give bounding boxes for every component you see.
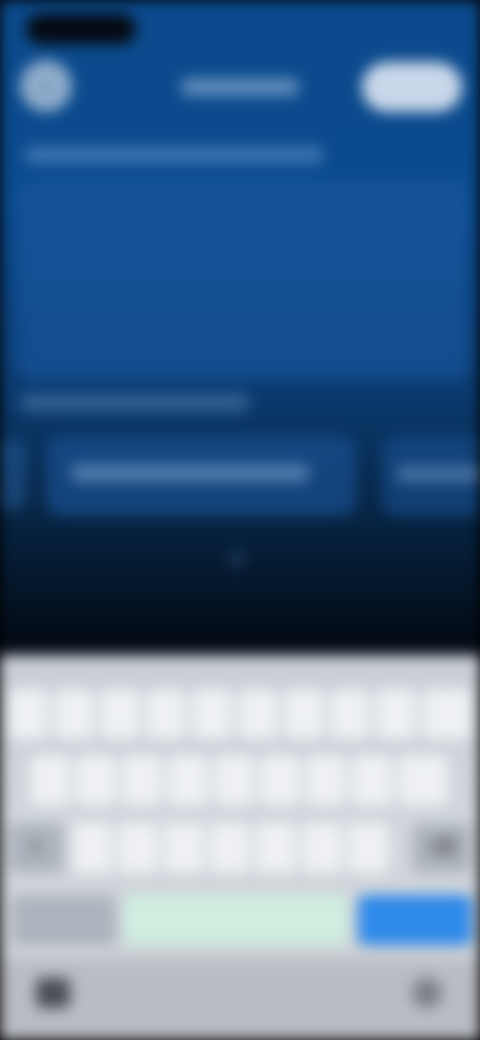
keyboard-switch-icon[interactable] [412,978,442,1008]
key[interactable] [306,755,346,805]
app-view: ‹ [0,0,480,660]
key[interactable] [100,689,140,739]
section-heading-secondary [20,394,250,412]
key[interactable] [422,689,472,739]
key[interactable] [118,823,158,873]
keyboard-row-3: ⇧ ⌫ [0,823,480,879]
key[interactable] [214,755,254,805]
key[interactable] [260,755,300,805]
back-button[interactable]: ‹ [20,60,72,112]
key[interactable] [168,755,208,805]
enter-key[interactable] [358,895,472,945]
chevron-left-icon: ‹ [41,70,51,101]
key[interactable] [376,689,416,739]
shift-icon: ⇧ [27,837,45,859]
key[interactable] [238,689,278,739]
key[interactable] [54,689,94,739]
symbols-key[interactable] [12,895,116,945]
key[interactable] [352,755,392,805]
key[interactable] [72,823,112,873]
header-action-button[interactable] [362,62,462,112]
keyboard-hide-icon[interactable] [36,978,70,1008]
app-header: ‹ [0,50,480,120]
key[interactable] [256,823,296,873]
key[interactable] [302,823,342,873]
section-heading [24,146,324,164]
key[interactable] [330,689,370,739]
system-navigation-bar [0,960,480,1040]
key[interactable] [76,755,116,805]
key[interactable] [146,689,186,739]
keyboard-row-1 [0,689,480,745]
option-carousel [0,430,480,520]
page-title [170,72,310,100]
key[interactable] [284,689,324,739]
shift-key[interactable]: ⇧ [8,823,64,873]
keyboard-row-4 [0,895,480,951]
key[interactable] [164,823,204,873]
key[interactable] [192,689,232,739]
backspace-icon: ⌫ [427,837,457,859]
key[interactable] [30,755,70,805]
carousel-item-previous[interactable] [0,440,26,510]
key[interactable] [210,823,250,873]
backspace-key[interactable]: ⌫ [412,823,472,873]
space-key[interactable] [124,895,348,945]
key[interactable] [398,755,448,805]
keyboard-row-2 [0,755,480,811]
status-pill [26,14,136,44]
key[interactable] [122,755,162,805]
status-bar [0,0,480,44]
phone-screen: ‹ ⇧ ⌫ [0,0,480,1040]
key[interactable] [348,823,388,873]
content-card[interactable] [18,180,468,380]
key[interactable] [8,689,48,739]
page-indicator-dot [230,552,244,566]
carousel-item-label [70,464,310,482]
carousel-item-next-label [396,466,480,482]
